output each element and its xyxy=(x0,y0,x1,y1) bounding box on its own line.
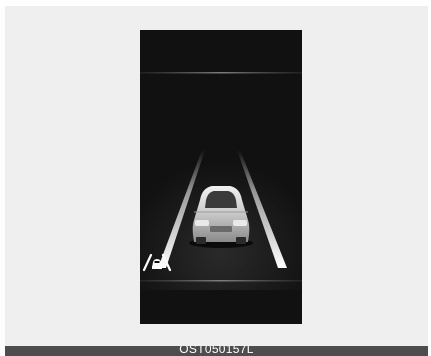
figure-frame: OST050157L xyxy=(0,0,431,356)
figure-caption: OST050157L xyxy=(179,346,254,356)
bottom-divider-line xyxy=(140,280,302,282)
top-divider-line xyxy=(140,72,302,74)
cluster-display-graphic xyxy=(140,30,302,324)
cluster-display xyxy=(140,30,302,324)
caption-bar: OST050157L xyxy=(5,346,428,356)
